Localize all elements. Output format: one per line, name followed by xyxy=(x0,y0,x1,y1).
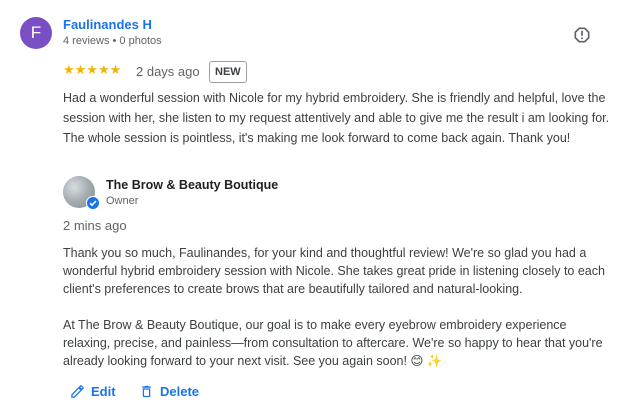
owner-name: The Brow & Beauty Boutique xyxy=(106,178,279,192)
new-badge: NEW xyxy=(209,61,247,83)
owner-reply-text: Thank you so much, Faulinandes, for your… xyxy=(63,244,611,370)
star-rating: ★★★★★ xyxy=(63,62,122,77)
report-icon[interactable] xyxy=(572,25,592,45)
edit-button[interactable]: Edit xyxy=(70,384,116,399)
reviewer-avatar[interactable]: F xyxy=(20,17,52,49)
reply-date: 2 mins ago xyxy=(63,218,127,233)
delete-label: Delete xyxy=(160,384,200,399)
delete-button[interactable]: Delete xyxy=(139,384,199,399)
owner-role: Owner xyxy=(106,195,139,207)
pencil-icon xyxy=(71,385,84,398)
verified-check-icon xyxy=(86,196,100,210)
edit-label: Edit xyxy=(91,384,116,399)
trash-icon xyxy=(142,385,151,398)
reviewer-name[interactable]: Faulinandes H xyxy=(63,17,152,32)
reply-paragraph-1: Thank you so much, Faulinandes, for your… xyxy=(63,246,605,296)
review-date: 2 days ago xyxy=(136,64,200,79)
reply-paragraph-2: At The Brow & Beauty Boutique, our goal … xyxy=(63,318,603,368)
reviewer-meta: 4 reviews • 0 photos xyxy=(63,35,162,47)
review-text: Had a wonderful session with Nicole for … xyxy=(63,91,610,145)
